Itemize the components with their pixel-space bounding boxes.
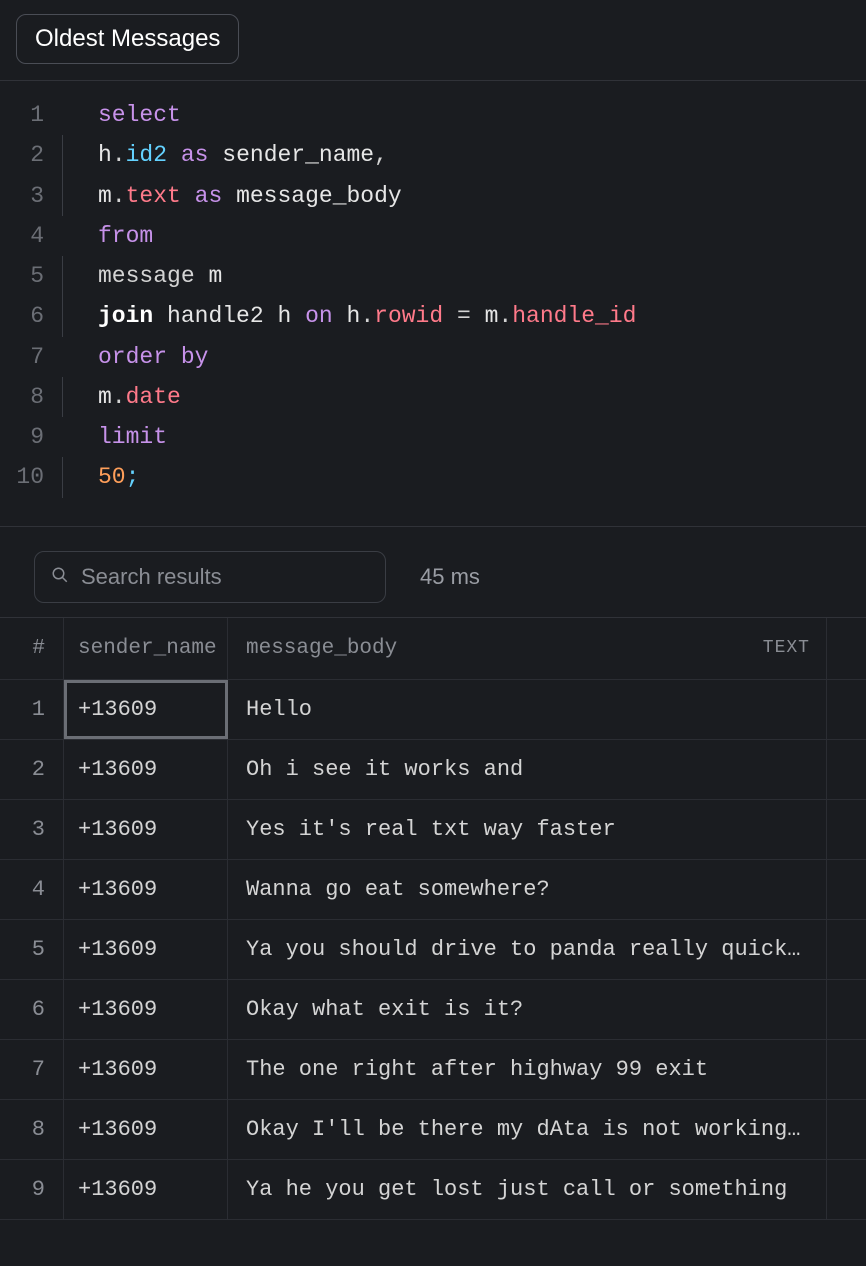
code-content: m.date [98, 377, 181, 417]
code-line[interactable]: 4 from [0, 216, 866, 256]
code-content: join handle2 h on h.rowid = m.handle_id [98, 296, 636, 336]
col-type-badge: TEXT [763, 638, 810, 658]
col-header-sender[interactable]: sender_name [64, 618, 228, 679]
cell-message[interactable]: The one right after highway 99 exit [228, 1040, 826, 1099]
indent-guide [62, 135, 98, 175]
line-number: 4 [0, 216, 62, 256]
cell-index: 9 [0, 1160, 64, 1219]
code-line[interactable]: 8 m.date [0, 377, 866, 417]
line-number: 9 [0, 417, 62, 457]
code-content: message m [98, 256, 222, 296]
table-row[interactable]: 3+13609Yes it's real txt way faster [0, 800, 866, 860]
indent-guide [62, 256, 98, 296]
code-line[interactable]: 5 message m [0, 256, 866, 296]
table-row[interactable]: 4+13609Wanna go eat somewhere? [0, 860, 866, 920]
search-results-input[interactable]: Search results [34, 551, 386, 603]
code-line[interactable]: 6 join handle2 h on h.rowid = m.handle_id [0, 296, 866, 336]
code-content: from [98, 216, 153, 256]
code-line[interactable]: 9 limit [0, 417, 866, 457]
cell-index: 7 [0, 1040, 64, 1099]
cell-sender[interactable]: +13609 [64, 1100, 228, 1159]
grid-gutter-right [826, 860, 866, 919]
header: Oldest Messages [0, 0, 866, 80]
line-number: 3 [0, 176, 62, 216]
table-row[interactable]: 5+13609Ya you should drive to panda real… [0, 920, 866, 980]
grid-gutter-right [826, 920, 866, 979]
indent-guide [62, 176, 98, 216]
cell-sender[interactable]: +13609 [64, 860, 228, 919]
col-header-message[interactable]: message_body TEXT [228, 618, 826, 679]
cell-message[interactable]: Okay I'll be there my dAta is not workin… [228, 1100, 826, 1159]
cell-index: 1 [0, 680, 64, 739]
table-row[interactable]: 6+13609Okay what exit is it? [0, 980, 866, 1040]
grid-header-row: # sender_name message_body TEXT [0, 618, 866, 680]
query-timing: 45 ms [420, 564, 480, 590]
code-line[interactable]: 7 order by [0, 337, 866, 377]
cell-message[interactable]: Wanna go eat somewhere? [228, 860, 826, 919]
table-row[interactable]: 8+13609Okay I'll be there my dAta is not… [0, 1100, 866, 1160]
grid-gutter-right [826, 800, 866, 859]
cell-sender[interactable]: +13609 [64, 1040, 228, 1099]
grid-gutter-right [826, 1040, 866, 1099]
cell-index: 6 [0, 980, 64, 1039]
grid-gutter-right [826, 980, 866, 1039]
line-number: 1 [0, 95, 62, 135]
grid-gutter-right [826, 1100, 866, 1159]
code-content: limit [98, 417, 167, 457]
indent-guide [62, 296, 98, 336]
table-row[interactable]: 2+13609Oh i see it works and [0, 740, 866, 800]
line-number: 10 [0, 457, 62, 497]
line-number: 6 [0, 296, 62, 336]
cell-message[interactable]: Ya you should drive to panda really quic… [228, 920, 826, 979]
cell-sender[interactable]: +13609 [64, 1160, 228, 1219]
tab-oldest-messages[interactable]: Oldest Messages [16, 14, 239, 64]
cell-message[interactable]: Ya he you get lost just call or somethin… [228, 1160, 826, 1219]
search-icon [51, 564, 69, 590]
line-number: 7 [0, 337, 62, 377]
code-content: m.text as message_body [98, 176, 402, 216]
grid-gutter-right [826, 1160, 866, 1219]
cell-index: 3 [0, 800, 64, 859]
cell-index: 4 [0, 860, 64, 919]
code-content: h.id2 as sender_name, [98, 135, 388, 175]
code-content: select [98, 95, 181, 135]
cell-sender[interactable]: +13609 [64, 740, 228, 799]
code-line[interactable]: 10 50; [0, 457, 866, 497]
code-line[interactable]: 3 m.text as message_body [0, 176, 866, 216]
cell-sender[interactable]: +13609 [64, 680, 228, 739]
code-content: order by [98, 337, 208, 377]
grid-gutter-right [826, 618, 866, 679]
line-number: 5 [0, 256, 62, 296]
cell-message[interactable]: Hello [228, 680, 826, 739]
cell-message[interactable]: Yes it's real txt way faster [228, 800, 826, 859]
line-number: 8 [0, 377, 62, 417]
results-toolbar: Search results 45 ms [0, 526, 866, 617]
sql-editor[interactable]: 1 select 2 h.id2 as sender_name, 3 m.text as … [0, 80, 866, 526]
search-placeholder: Search results [81, 564, 222, 590]
table-row[interactable]: 9+13609Ya he you get lost just call or s… [0, 1160, 866, 1220]
cell-sender[interactable]: +13609 [64, 800, 228, 859]
cell-index: 5 [0, 920, 64, 979]
cell-sender[interactable]: +13609 [64, 980, 228, 1039]
col-header-message-label: message_body [246, 637, 397, 660]
col-header-index[interactable]: # [0, 618, 64, 679]
cell-index: 8 [0, 1100, 64, 1159]
code-line[interactable]: 2 h.id2 as sender_name, [0, 135, 866, 175]
grid-gutter-right [826, 680, 866, 739]
cell-index: 2 [0, 740, 64, 799]
line-number: 2 [0, 135, 62, 175]
cell-message[interactable]: Okay what exit is it? [228, 980, 826, 1039]
cell-message[interactable]: Oh i see it works and [228, 740, 826, 799]
cell-sender[interactable]: +13609 [64, 920, 228, 979]
code-line[interactable]: 1 select [0, 95, 866, 135]
grid-gutter-right [826, 740, 866, 799]
indent-guide [62, 457, 98, 497]
indent-guide [62, 377, 98, 417]
table-row[interactable]: 1+13609Hello [0, 680, 866, 740]
table-row[interactable]: 7+13609The one right after highway 99 ex… [0, 1040, 866, 1100]
code-content: 50; [98, 457, 139, 497]
results-grid[interactable]: # sender_name message_body TEXT 1+13609H… [0, 617, 866, 1220]
